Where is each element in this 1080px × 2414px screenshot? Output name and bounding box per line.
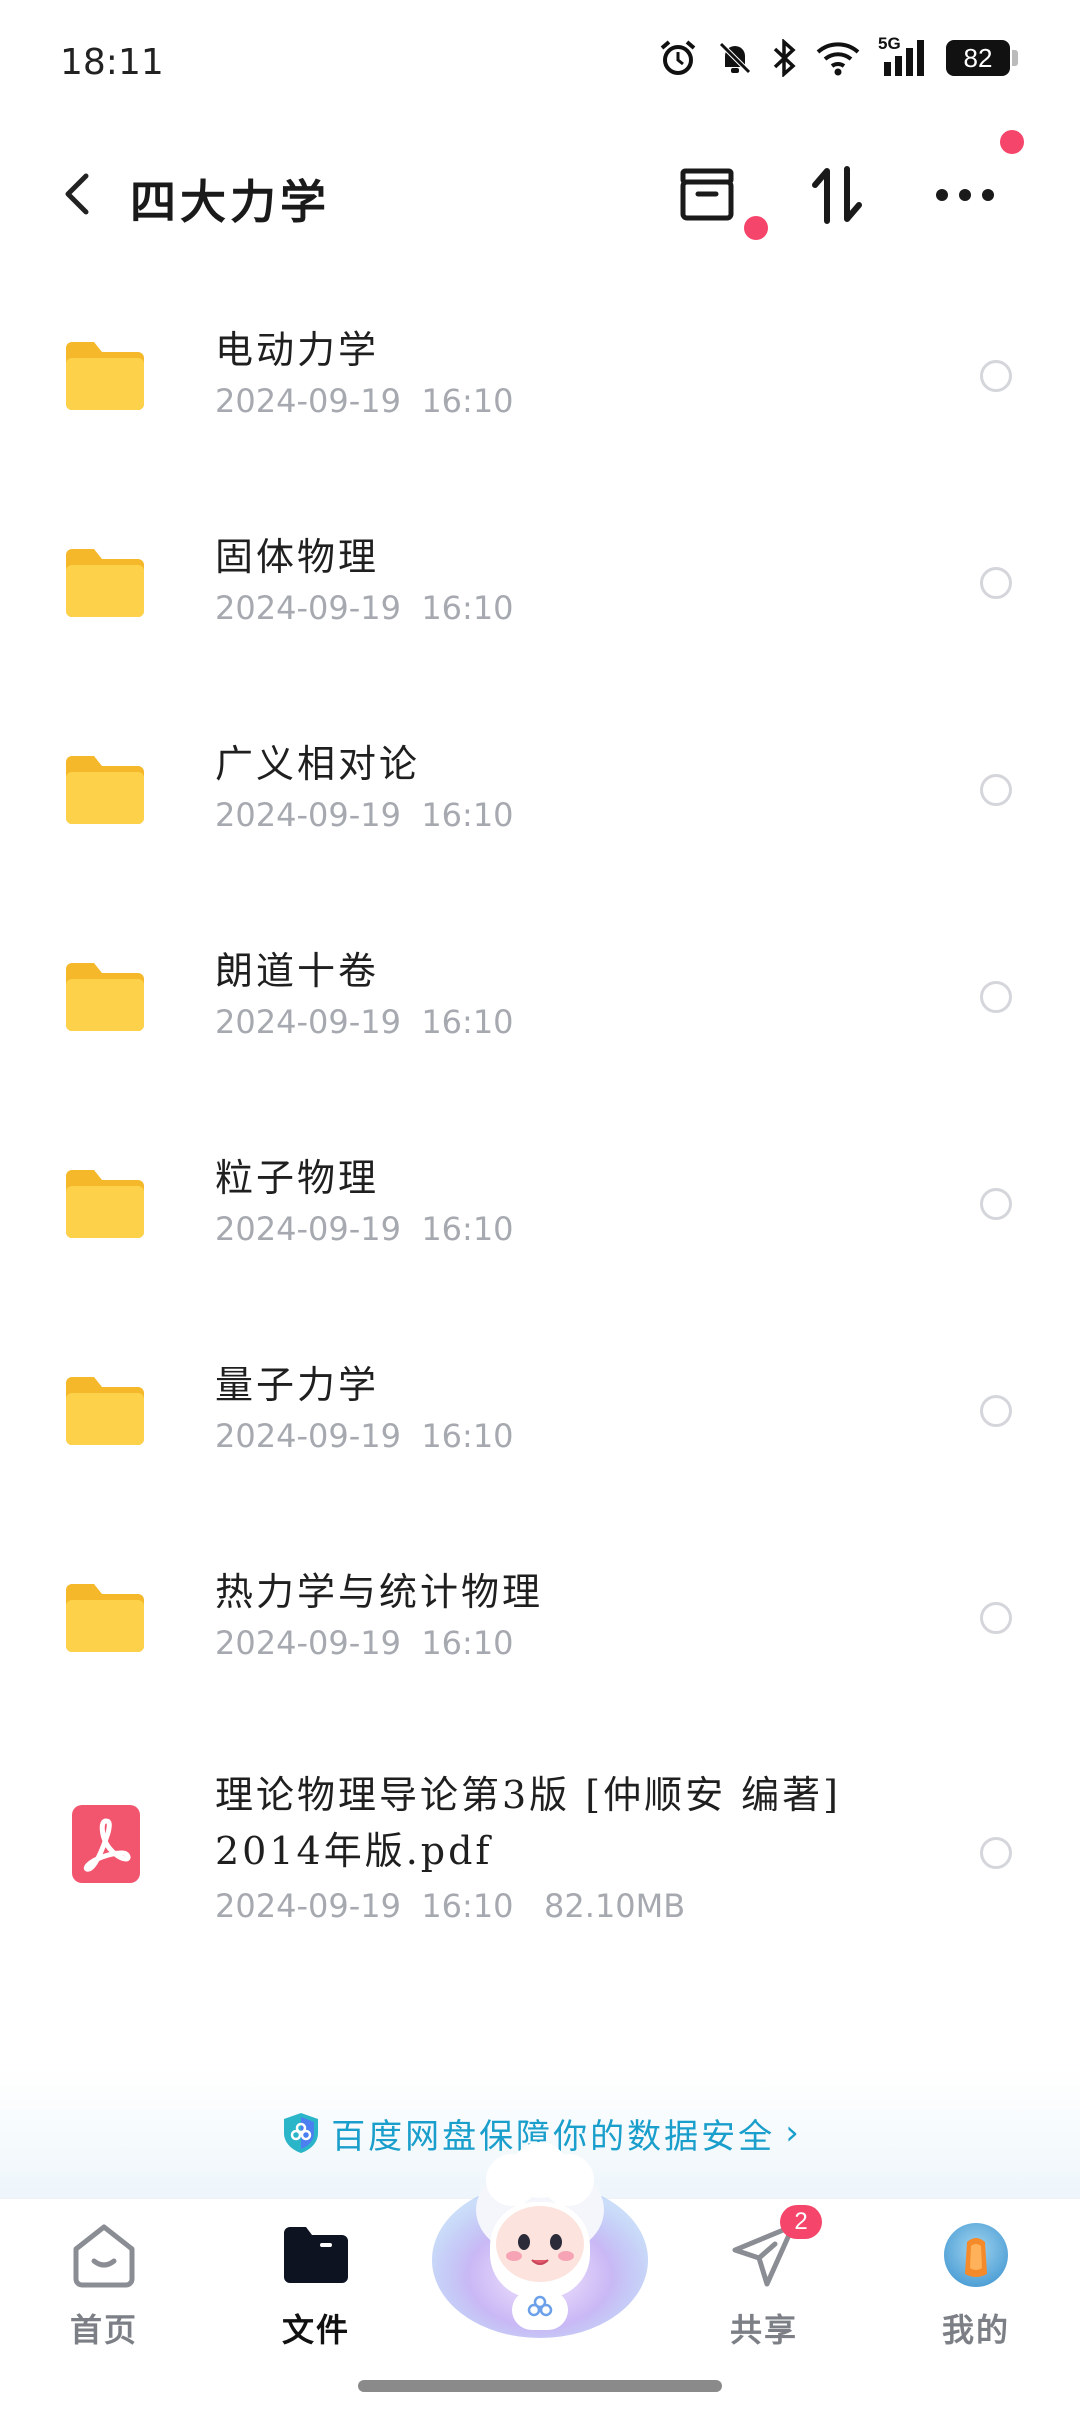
folder-filled-icon <box>280 2219 352 2291</box>
nav-files-label: 文件 <box>281 2311 350 2349</box>
file-name: 热力学与统计物理 <box>215 1570 544 1614</box>
folder-icon <box>66 1170 144 1238</box>
file-meta: 2024-09-19 16:10 <box>215 382 514 420</box>
select-radio[interactable] <box>980 1602 1012 1634</box>
file-meta: 2024-09-19 16:10 <box>215 1210 514 1248</box>
sort-arrows-icon <box>812 166 862 224</box>
pdf-icon <box>72 1805 140 1883</box>
nav-share-label: 共享 <box>729 2311 798 2349</box>
file-name: 量子力学 <box>215 1363 380 1407</box>
select-radio[interactable] <box>980 567 1012 599</box>
file-meta: 2024-09-19 16:10 <box>215 1624 514 1662</box>
chevron-left-icon <box>65 173 89 215</box>
file-meta: 2024-09-19 16:10 <box>215 1417 514 1455</box>
file-meta: 2024-09-19 16:10 <box>215 796 514 834</box>
avatar <box>940 2219 1012 2291</box>
folder-row[interactable]: 粒子物理 2024-09-19 16:10 <box>0 1098 1080 1305</box>
file-name: 电动力学 <box>215 328 380 372</box>
pdf-file-row[interactable]: 理论物理导论第3版 [仲顺安 编著] 2014年版.pdf 2024-09-19… <box>0 1719 1080 1979</box>
sort-button[interactable] <box>802 160 872 230</box>
more-options-button[interactable] <box>930 160 1000 230</box>
select-radio[interactable] <box>980 1395 1012 1427</box>
folder-icon <box>66 963 144 1031</box>
mute-bell-icon <box>719 42 751 74</box>
select-radio[interactable] <box>980 774 1012 806</box>
page-title: 四大力学 <box>130 175 330 229</box>
select-radio[interactable] <box>980 1188 1012 1220</box>
status-time: 18:11 <box>60 42 164 83</box>
nav-home[interactable]: 首页 <box>34 2219 174 2369</box>
battery-level: 82 <box>963 42 993 73</box>
folder-icon <box>66 549 144 617</box>
back-button[interactable] <box>48 166 104 222</box>
notification-dot <box>744 216 768 240</box>
nav-files[interactable]: 文件 <box>246 2219 386 2369</box>
bluetooth-icon <box>773 39 796 77</box>
select-radio[interactable] <box>980 981 1012 1013</box>
nav-home-label: 首页 <box>69 2311 138 2349</box>
archive-box-icon <box>680 168 734 221</box>
folder-row[interactable]: 固体物理 2024-09-19 16:10 <box>0 477 1080 684</box>
battery-indicator: 82 <box>946 40 1018 76</box>
folder-row[interactable]: 朗道十卷 2024-09-19 16:10 <box>0 891 1080 1098</box>
folder-icon <box>66 756 144 824</box>
select-radio[interactable] <box>980 360 1012 392</box>
file-meta: 2024-09-19 16:10 82.10MB <box>215 1887 686 1925</box>
folder-icon <box>66 342 144 410</box>
more-dots-icon <box>936 189 994 201</box>
file-name: 广义相对论 <box>215 742 421 786</box>
file-name: 粒子物理 <box>215 1156 380 1200</box>
header-bar: 四大力学 <box>0 130 1080 260</box>
folder-row[interactable]: 广义相对论 2024-09-19 16:10 <box>0 684 1080 891</box>
file-meta: 2024-09-19 16:10 <box>215 1003 514 1041</box>
nav-share[interactable]: 2 共享 <box>694 2205 834 2369</box>
status-bar: 18:11 5G 82 <box>0 0 1080 130</box>
paper-plane-icon: 2 <box>728 2205 822 2291</box>
nav-mine[interactable]: 我的 <box>906 2219 1046 2369</box>
shield-icon <box>284 2113 319 2153</box>
file-name: 理论物理导论第3版 [仲顺安 编著] 2014年版.pdf <box>215 1773 841 1873</box>
folder-icon <box>66 1584 144 1652</box>
mascot-icon[interactable] <box>428 2140 652 2340</box>
cellular-icon: 5G <box>878 34 928 78</box>
status-icons: 5G 82 <box>658 34 1018 78</box>
share-badge: 2 <box>780 2205 822 2239</box>
nav-mine-label: 我的 <box>941 2311 1010 2349</box>
wifi-icon <box>816 42 860 76</box>
folder-row[interactable]: 热力学与统计物理 2024-09-19 16:10 <box>0 1512 1080 1719</box>
file-name: 朗道十卷 <box>215 949 380 993</box>
file-list: 电动力学 2024-09-19 16:10 固体物理 2024-09-19 16… <box>0 270 1080 1979</box>
select-radio[interactable] <box>980 1837 1012 1869</box>
folder-icon <box>66 1377 144 1445</box>
notification-dot-more <box>1000 130 1024 154</box>
folder-row[interactable]: 量子力学 2024-09-19 16:10 <box>0 1305 1080 1512</box>
folder-row[interactable]: 电动力学 2024-09-19 16:10 <box>0 270 1080 477</box>
file-meta: 2024-09-19 16:10 <box>215 589 514 627</box>
archive-button[interactable] <box>672 160 742 230</box>
chevron-right-icon: › <box>785 2113 799 2153</box>
file-name: 固体物理 <box>215 535 380 579</box>
alarm-icon <box>660 40 696 75</box>
home-indicator[interactable] <box>358 2380 722 2392</box>
home-icon <box>68 2219 140 2291</box>
